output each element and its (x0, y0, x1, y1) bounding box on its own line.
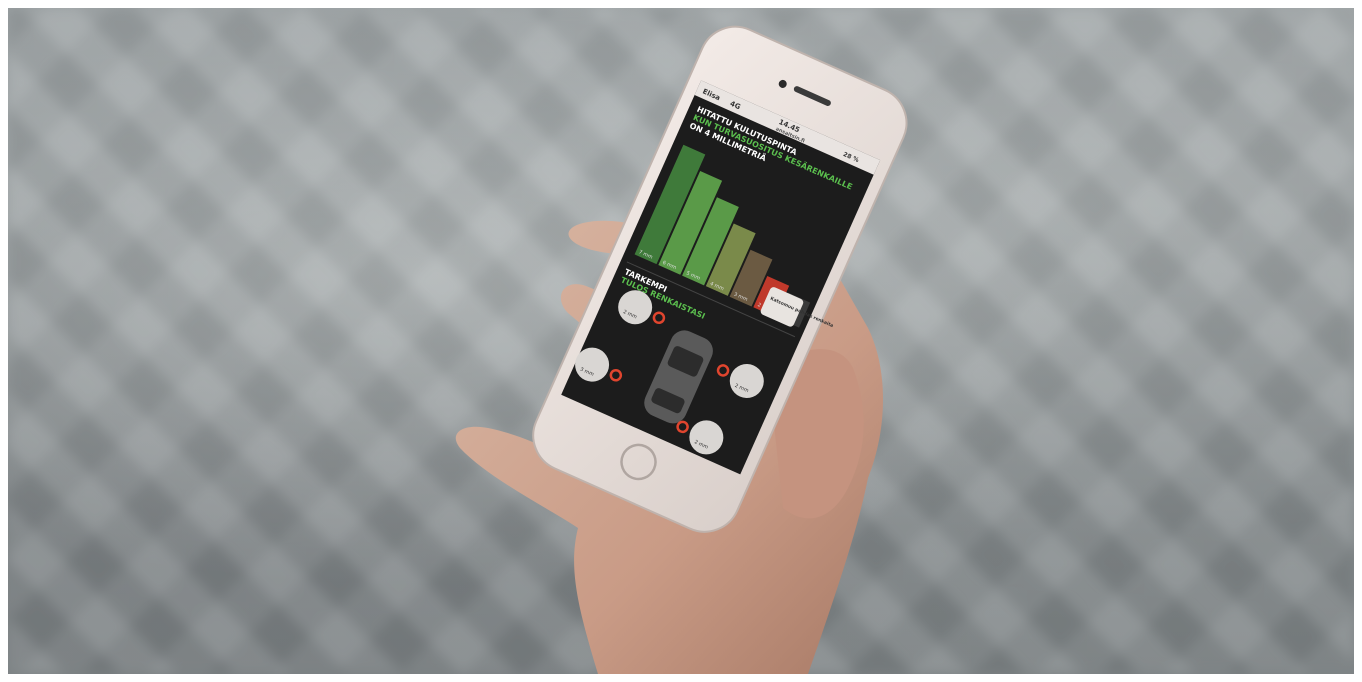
tire-warning-ring-2 (716, 364, 730, 377)
tire-warning-ring-1 (609, 368, 623, 382)
photo-background: Elisa 4G 14.45 28 % ansaitsin.fi HITATTU… (8, 8, 1354, 674)
car-icon (644, 330, 713, 424)
screen-svg: Elisa 4G 14.45 28 % ansaitsin.fi HITATTU… (570, 80, 881, 460)
tire-warning-ring-0 (652, 311, 666, 325)
tire-badge-3[interactable] (684, 415, 729, 460)
tire-badge-1[interactable] (570, 342, 615, 387)
tire-badge-2[interactable] (724, 359, 769, 404)
